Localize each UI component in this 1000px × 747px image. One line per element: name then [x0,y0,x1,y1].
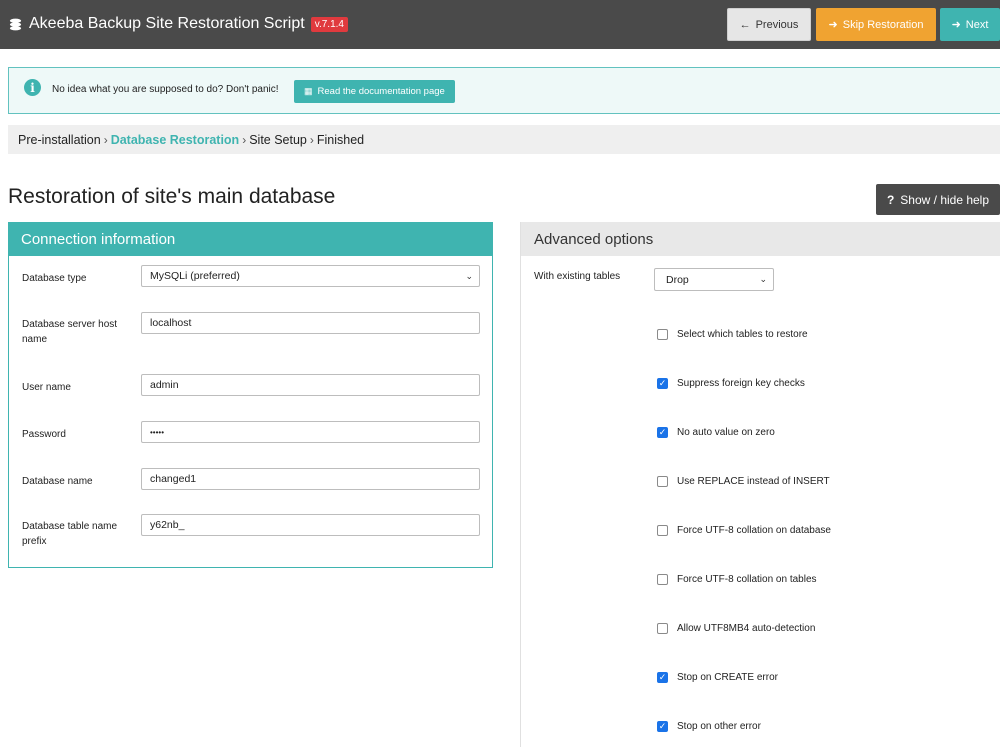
host-label: Database server host name [22,319,118,345]
previous-button[interactable]: ← Previous [727,8,811,41]
password-input[interactable]: ••••• [141,421,480,443]
question-icon: ? [886,192,895,207]
user-label: User name [22,382,71,393]
app-brand: Akeeba Backup Site Restoration Script v.… [7,15,348,33]
previous-button-label: Previous [755,18,799,31]
top-header-bar: Akeeba Backup Site Restoration Script v.… [0,0,1000,49]
documentation-button[interactable]: ▦ Read the documentation page [294,80,455,103]
advanced-option-3[interactable]: Use REPLACE instead of INSERT [657,476,830,487]
skip-restoration-label: Skip Restoration [842,18,924,31]
version-badge: v.7.1.4 [310,16,348,32]
chevron-down-icon: ⌄ [759,274,767,284]
option-checkbox[interactable] [657,329,668,340]
option-checkbox[interactable]: ✓ [657,427,668,438]
user-input[interactable]: admin [141,374,480,396]
arrow-right-icon: ➜ [828,19,838,31]
option-checkbox[interactable]: ✓ [657,378,668,389]
connection-panel: Connection information Database type MyS… [8,222,493,568]
chevron-right-icon: › [103,132,108,147]
advanced-option-8[interactable]: ✓ Stop on other error [657,721,761,732]
advanced-option-7[interactable]: ✓ Stop on CREATE error [657,672,778,683]
alert-text: No idea what you are supposed to do? Don… [52,84,279,95]
db-type-label: Database type [22,273,87,284]
option-label: Force UTF-8 collation on database [677,525,831,536]
option-checkbox[interactable]: ✓ [657,672,668,683]
help-alert: i No idea what you are supposed to do? D… [8,67,1000,114]
next-button-label: Next [965,18,989,31]
advanced-option-2[interactable]: ✓ No auto value on zero [657,427,775,438]
app-title: Akeeba Backup Site Restoration Script [29,15,305,32]
prefix-value: y62nb_ [150,519,185,531]
host-value: localhost [150,317,192,329]
advanced-option-5[interactable]: Force UTF-8 collation on tables [657,574,817,585]
option-label: No auto value on zero [677,427,775,438]
db-type-value: MySQLi (preferred) [150,270,240,282]
prefix-label: Database table name prefix [22,521,118,547]
advanced-option-1[interactable]: ✓ Suppress foreign key checks [657,378,805,389]
option-label: Allow UTF8MB4 auto-detection [677,623,816,634]
db-name-input[interactable]: changed1 [141,468,480,490]
option-checkbox[interactable] [657,525,668,536]
option-checkbox[interactable] [657,574,668,585]
option-label: Stop on CREATE error [677,672,778,683]
chevron-right-icon: › [242,132,247,147]
show-hide-help-button[interactable]: ? Show / hide help [876,184,1000,215]
advanced-panel: Advanced options With existing tables Dr… [520,222,1000,747]
connection-panel-heading: Connection information [9,223,492,256]
chevron-down-icon: ⌄ [465,270,473,281]
db-type-select[interactable]: MySQLi (preferred) ⌄ [141,265,480,287]
akeeba-logo-icon [7,16,23,32]
option-label: Use REPLACE instead of INSERT [677,476,830,487]
chevron-right-icon: › [309,132,314,147]
prefix-input[interactable]: y62nb_ [141,514,480,536]
advanced-option-0[interactable]: Select which tables to restore [657,329,808,340]
option-label: Suppress foreign key checks [677,378,805,389]
show-hide-help-label: Show / hide help [900,192,990,207]
breadcrumb-item-pre-installation: Pre-installation [18,132,101,147]
existing-tables-select[interactable]: Drop ⌄ [654,268,774,291]
breadcrumb: Pre-installation › Database Restoration … [8,125,1000,154]
option-checkbox[interactable] [657,623,668,634]
arrow-left-icon: ← [739,18,751,31]
breadcrumb-item-site-setup: Site Setup [249,132,307,147]
skip-restoration-button[interactable]: ➜ Skip Restoration [816,8,936,41]
info-icon: i [24,79,41,96]
existing-tables-value: Drop [666,273,689,286]
host-input[interactable]: localhost [141,312,480,334]
option-label: Select which tables to restore [677,329,808,340]
db-name-label: Database name [22,476,93,487]
db-name-value: changed1 [150,473,197,485]
option-checkbox[interactable]: ✓ [657,721,668,732]
option-label: Stop on other error [677,721,761,732]
password-value: ••••• [150,427,165,437]
advanced-panel-heading: Advanced options [521,222,1000,256]
advanced-option-6[interactable]: Allow UTF8MB4 auto-detection [657,623,815,634]
existing-tables-label: With existing tables [534,271,621,282]
next-button[interactable]: ➜ Next [940,8,1000,41]
arrow-right-icon: ➜ [951,19,961,31]
advanced-option-4[interactable]: Force UTF-8 collation on database [657,525,831,536]
documentation-button-label: Read the documentation page [317,86,445,97]
option-label: Force UTF-8 collation on tables [677,574,817,585]
option-checkbox[interactable] [657,476,668,487]
user-value: admin [150,379,179,391]
breadcrumb-item-finished: Finished [316,132,365,147]
password-label: Password [22,429,66,440]
page-title: Restoration of site's main database [8,185,336,208]
book-icon: ▦ [304,86,313,96]
breadcrumb-item-database-restoration: Database Restoration [110,132,240,147]
